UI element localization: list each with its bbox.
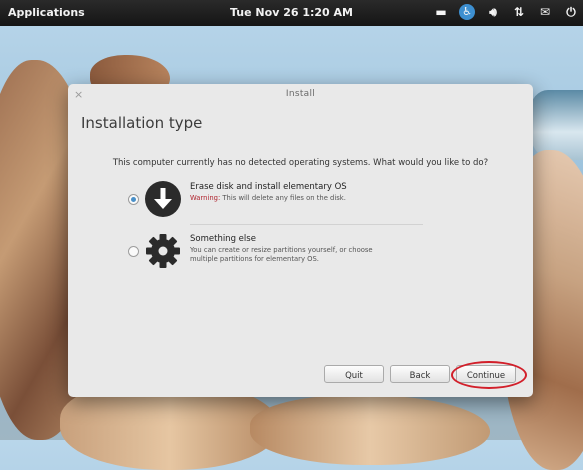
page-title: Installation type xyxy=(81,114,203,132)
option-description-line: multiple partitions for elementary OS. xyxy=(190,255,319,263)
radio-erase-disk[interactable] xyxy=(128,194,139,205)
download-arrow-icon xyxy=(145,181,181,217)
continue-button[interactable]: Continue xyxy=(456,365,516,383)
wallpaper-rock xyxy=(250,395,490,465)
option-title: Erase disk and install elementary OS xyxy=(190,182,347,192)
dialog-title: Install xyxy=(285,89,316,99)
top-panel: Applications Tue Nov 26 1:20 AM ▬ ♿ 🔊︎ ⇅… xyxy=(0,0,583,26)
quit-button[interactable]: Quit xyxy=(324,365,384,383)
option-description: You can create or resize partitions your… xyxy=(190,246,373,264)
option-title: Something else xyxy=(190,234,256,244)
option-description-line: You can create or resize partitions your… xyxy=(190,246,373,254)
install-question: This computer currently has no detected … xyxy=(112,158,489,168)
divider xyxy=(190,224,423,225)
power-icon[interactable]: ⏻ xyxy=(563,4,579,20)
volume-icon[interactable]: 🔊︎ xyxy=(485,4,501,20)
accessibility-icon[interactable]: ♿ xyxy=(459,4,475,20)
warning-text: This will delete any files on the disk. xyxy=(220,194,346,202)
network-icon[interactable]: ▬ xyxy=(433,4,449,20)
installer-dialog: × Install Installation type This compute… xyxy=(68,84,533,397)
warning-label: Warning: xyxy=(190,194,221,202)
gear-icon xyxy=(146,234,180,268)
option-description: Warning: This will delete any files on t… xyxy=(190,194,346,203)
mail-icon[interactable]: ✉ xyxy=(537,4,553,20)
system-tray: ▬ ♿ 🔊︎ ⇅ ✉ ⏻ xyxy=(433,4,579,20)
transfer-icon[interactable]: ⇅ xyxy=(511,4,527,20)
radio-something-else[interactable] xyxy=(128,246,139,257)
back-button[interactable]: Back xyxy=(390,365,450,383)
